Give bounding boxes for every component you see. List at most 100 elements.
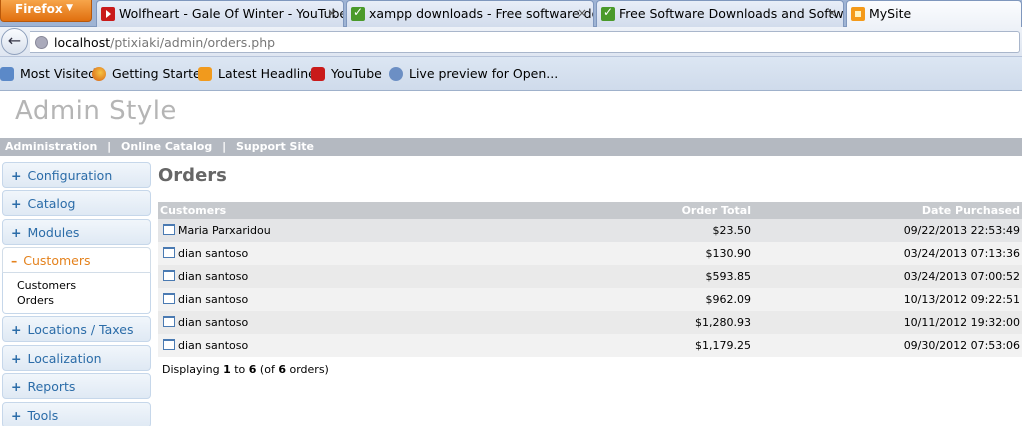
customer-cell: dian santoso	[158, 265, 606, 288]
close-tab-icon[interactable]: ×	[827, 6, 837, 20]
expand-icon: +	[11, 225, 22, 240]
order-window-icon[interactable]	[163, 316, 175, 327]
browser-tab[interactable]: Free Software Downloads and Softwa... ×	[596, 0, 844, 27]
table-row[interactable]: dian santoso $1,179.25 09/30/2012 07:53:…	[158, 334, 1022, 357]
date-purchased-cell: 10/11/2012 19:32:00	[753, 311, 1022, 334]
column-header-order-total[interactable]: Order Total	[606, 202, 753, 219]
sidebar-item-customers[interactable]: – Customers	[2, 247, 151, 273]
customer-name: dian santoso	[178, 339, 249, 352]
order-total-cell: $1,179.25	[606, 334, 753, 357]
address-bar[interactable]: localhost/ptixiaki/admin/orders.php	[30, 31, 1020, 53]
browser-tab[interactable]: xampp downloads - Free software do... ×	[346, 0, 594, 27]
bookmark-youtube[interactable]: YouTube	[311, 66, 382, 81]
tab-title: xampp downloads - Free software do...	[369, 6, 594, 21]
expand-icon: +	[11, 168, 22, 183]
expand-icon: +	[11, 379, 22, 394]
back-arrow-icon: ←	[7, 31, 22, 50]
customer-name: Maria Parxaridou	[178, 224, 271, 237]
sidebar-item-label: Locations / Taxes	[27, 322, 134, 337]
column-header-date-purchased[interactable]: Date Purchased	[753, 202, 1022, 219]
paging-suffix: orders)	[289, 363, 329, 376]
firefox-icon	[92, 67, 106, 81]
site-icon	[851, 7, 865, 21]
table-row[interactable]: dian santoso $130.90 03/24/2013 07:13:36	[158, 242, 1022, 265]
bookmark-latest-headlines[interactable]: Latest Headlines	[198, 66, 322, 81]
date-purchased-cell: 09/30/2012 07:53:06	[753, 334, 1022, 357]
page-title: Orders	[158, 165, 227, 186]
customer-cell: dian santoso	[158, 242, 606, 265]
youtube-icon	[101, 7, 115, 21]
bookmark-most-visited[interactable]: Most Visited	[0, 66, 96, 81]
firefox-menu-button[interactable]: Firefox ▼	[0, 0, 92, 22]
live-preview-icon	[389, 67, 403, 81]
sidebar-item-configuration[interactable]: + Configuration	[2, 162, 151, 188]
column-header-customers[interactable]: Customers	[158, 202, 606, 219]
sidebar-item-modules[interactable]: + Modules	[2, 219, 151, 245]
most-visited-icon	[0, 67, 14, 81]
bookmark-label: YouTube	[331, 66, 382, 81]
order-window-icon[interactable]	[163, 339, 175, 350]
url-path: /ptixiaki/admin/orders.php	[110, 35, 276, 50]
order-window-icon[interactable]	[163, 270, 175, 281]
tab-title: MySite	[869, 6, 912, 21]
nav-separator: |	[107, 140, 112, 153]
expand-icon: +	[11, 408, 22, 423]
globe-icon	[35, 36, 48, 49]
customer-cell: Maria Parxaridou	[158, 219, 606, 242]
sidebar-item-label: Reports	[27, 379, 76, 394]
order-window-icon[interactable]	[163, 247, 175, 258]
tab-bar: Firefox ▼ Wolfheart - Gale Of Winter - Y…	[0, 0, 1022, 27]
order-total-cell: $1,280.93	[606, 311, 753, 334]
sidebar-item-locations-taxes[interactable]: + Locations / Taxes	[2, 316, 151, 342]
sidebar-item-localization[interactable]: + Localization	[2, 345, 151, 371]
date-purchased-cell: 09/22/2013 22:53:49	[753, 219, 1022, 242]
nav-link-support-site[interactable]: Support Site	[236, 140, 314, 153]
nav-link-online-catalog[interactable]: Online Catalog	[121, 140, 212, 153]
close-tab-icon[interactable]: ×	[327, 6, 337, 20]
paging-total: 6	[278, 363, 286, 376]
sidebar-item-reports[interactable]: + Reports	[2, 373, 151, 399]
table-row[interactable]: dian santoso $593.85 03/24/2013 07:00:52	[158, 265, 1022, 288]
nav-link-administration[interactable]: Administration	[5, 140, 97, 153]
bookmark-label: Getting Started	[112, 66, 209, 81]
site-title: Admin Style	[15, 96, 177, 126]
paging-info: Displaying 1 to 6 (of 6 orders)	[162, 363, 329, 376]
collapse-icon: –	[11, 253, 18, 268]
main-content: Orders Customers Order Total Date Purcha…	[158, 165, 1022, 376]
sidebar-item-tools[interactable]: + Tools	[2, 402, 151, 426]
table-row[interactable]: dian santoso $962.09 10/13/2012 09:22:51	[158, 288, 1022, 311]
orders-table: Customers Order Total Date Purchased Mar…	[158, 202, 1022, 357]
submenu-link-customers[interactable]: Customers	[17, 278, 150, 293]
bookmark-label: Live preview for Open...	[409, 66, 559, 81]
table-row[interactable]: Maria Parxaridou $23.50 09/22/2013 22:53…	[158, 219, 1022, 242]
sidebar-item-label: Catalog	[27, 196, 76, 211]
sidebar-item-label: Configuration	[27, 168, 113, 183]
bookmark-getting-started[interactable]: Getting Started	[92, 66, 209, 81]
bookmarks-toolbar: Most Visited Getting Started Latest Head…	[0, 57, 1022, 91]
browser-tab[interactable]: Wolfheart - Gale Of Winter - YouTube ×	[96, 0, 344, 27]
sidebar-item-label: Customers	[23, 253, 91, 268]
sidebar-item-label: Localization	[27, 351, 102, 366]
customer-name: dian santoso	[178, 293, 249, 306]
browser-tab-active[interactable]: MySite	[846, 0, 1022, 27]
tab-title: Wolfheart - Gale Of Winter - YouTube	[119, 6, 344, 21]
order-window-icon[interactable]	[163, 224, 175, 235]
firefox-menu-label: Firefox	[15, 2, 63, 16]
bookmark-label: Latest Headlines	[218, 66, 323, 81]
back-button[interactable]: ←	[1, 28, 28, 55]
customer-name: dian santoso	[178, 247, 249, 260]
table-row[interactable]: dian santoso $1,280.93 10/11/2012 19:32:…	[158, 311, 1022, 334]
sidebar-item-catalog[interactable]: + Catalog	[2, 190, 151, 216]
top-navigation: Administration | Online Catalog | Suppor…	[0, 138, 1022, 156]
expand-icon: +	[11, 196, 22, 211]
customers-submenu: Customers Orders	[2, 273, 151, 314]
expand-icon: +	[11, 322, 22, 337]
customer-name: dian santoso	[178, 270, 249, 283]
submenu-link-orders[interactable]: Orders	[17, 293, 150, 308]
nav-separator: |	[222, 140, 227, 153]
order-window-icon[interactable]	[163, 293, 175, 304]
bookmark-live-preview[interactable]: Live preview for Open...	[389, 66, 558, 81]
close-tab-icon[interactable]: ×	[577, 6, 587, 20]
rss-feed-icon	[198, 67, 212, 81]
order-total-cell: $23.50	[606, 219, 753, 242]
